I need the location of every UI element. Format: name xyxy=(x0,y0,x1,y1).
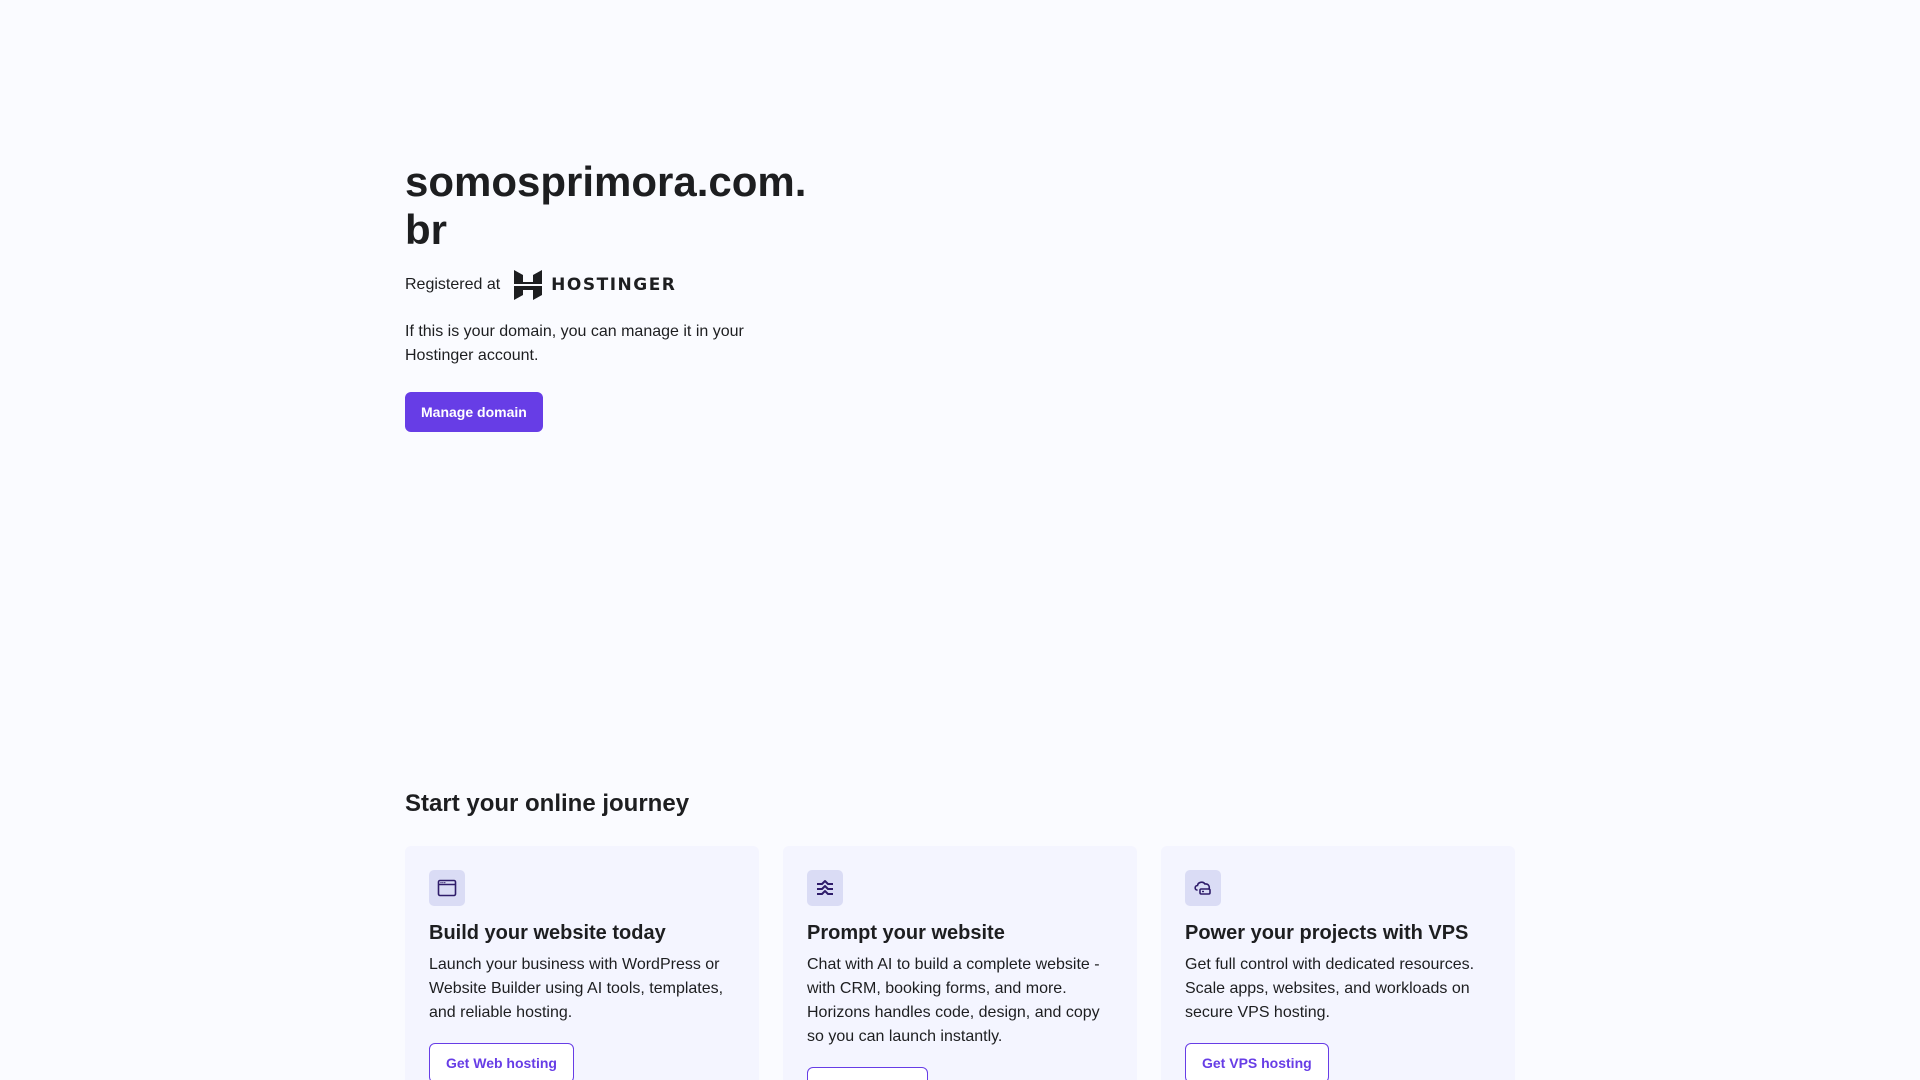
online-journey-section: Start your online journey Build your web… xyxy=(405,790,1515,1080)
hostinger-wordmark: HOSTINGER xyxy=(551,275,677,295)
vps-hosting-card: Power your projects with VPS Get full co… xyxy=(1161,846,1515,1080)
card-title: Build your website today xyxy=(429,922,666,944)
manage-domain-button[interactable]: Manage domain xyxy=(405,392,543,432)
hostinger-logo-icon xyxy=(514,270,543,300)
hostinger-logo: HOSTINGER xyxy=(514,270,676,300)
card-description: Launch your business with WordPress or W… xyxy=(429,956,724,1021)
card-title: Power your projects with VPS xyxy=(1185,922,1469,944)
card-description: Chat with AI to build a complete website… xyxy=(807,956,1100,1045)
horizons-card: Prompt your website Chat with AI to buil… xyxy=(783,846,1137,1080)
get-web-hosting-button[interactable]: Get Web hosting xyxy=(429,1043,574,1080)
card-title: Prompt your website xyxy=(807,922,1005,944)
horizons-button[interactable] xyxy=(807,1067,928,1080)
card-description: Get full control with dedicated resource… xyxy=(1185,956,1475,1021)
page: somosprimora.com.br Registered at HOSTIN… xyxy=(0,0,1920,1080)
browser-window-icon xyxy=(429,870,465,906)
journey-title: Start your online journey xyxy=(405,790,690,817)
registered-at-label: Registered at xyxy=(405,276,501,293)
get-vps-hosting-button[interactable]: Get VPS hosting xyxy=(1185,1043,1329,1080)
domain-description: If this is your domain, you can manage i… xyxy=(405,323,744,364)
domain-name-title: somosprimora.com.br xyxy=(405,158,807,253)
product-cards: Build your website today Launch your bus… xyxy=(405,846,1515,1080)
cloud-server-icon xyxy=(1185,870,1221,906)
registrar-row: Registered at HOSTINGER xyxy=(405,268,825,302)
horizons-icon xyxy=(807,870,843,906)
web-hosting-card: Build your website today Launch your bus… xyxy=(405,846,759,1080)
domain-hero: somosprimora.com.br Registered at HOSTIN… xyxy=(405,158,825,432)
